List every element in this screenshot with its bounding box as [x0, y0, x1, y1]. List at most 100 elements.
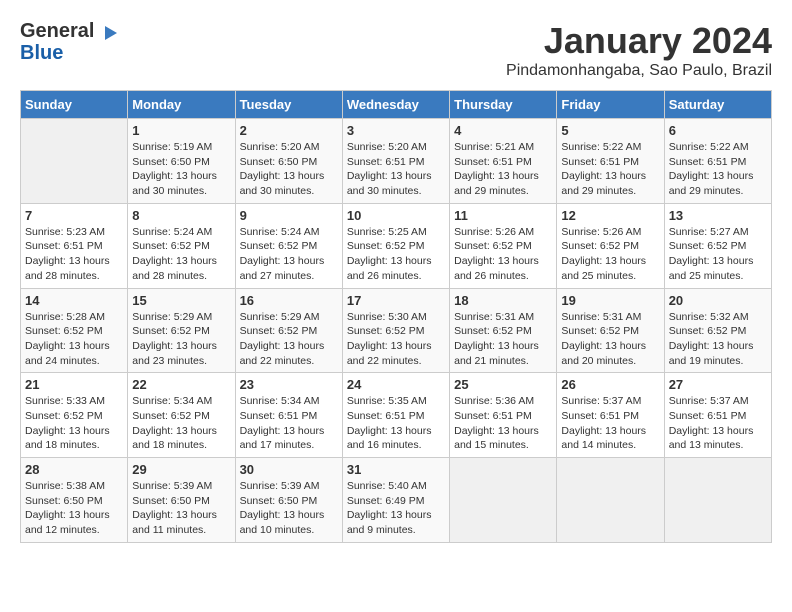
calendar-day-header: Saturday: [664, 91, 771, 119]
day-number: 26: [561, 377, 659, 392]
day-number: 27: [669, 377, 767, 392]
calendar-header-row: SundayMondayTuesdayWednesdayThursdayFrid…: [21, 91, 772, 119]
calendar-cell: 4Sunrise: 5:21 AM Sunset: 6:51 PM Daylig…: [450, 119, 557, 204]
calendar-cell: 7 Sunrise: 5:23 AM Sunset: 6:51 PM Daylig…: [21, 203, 128, 288]
day-info: Sunrise: 5:26 AM Sunset: 6:52 PM Dayligh…: [561, 225, 659, 284]
calendar-week-row: 1 Sunrise: 5:19 AM Sunset: 6:50 PM Daylig…: [21, 119, 772, 204]
day-number: 2: [240, 123, 338, 138]
day-number: 8: [132, 208, 230, 223]
calendar-day-header: Monday: [128, 91, 235, 119]
day-info: Sunrise: 5:34 AM Sunset: 6:52 PM Dayligh…: [132, 394, 230, 453]
day-number: 7: [25, 208, 123, 223]
day-number: 9: [240, 208, 338, 223]
calendar-week-row: 21Sunrise: 5:33 AM Sunset: 6:52 PM Dayli…: [21, 373, 772, 458]
calendar-cell: 3 Sunrise: 5:20 AM Sunset: 6:51 PM Daylig…: [342, 119, 449, 204]
day-info: Sunrise: 5:37 AM Sunset: 6:51 PM Dayligh…: [669, 394, 767, 453]
title-block: January 2024 Pindamonhangaba, Sao Paulo,…: [506, 20, 772, 80]
calendar-cell: 10 Sunrise: 5:25 AM Sunset: 6:52 PM Dayli…: [342, 203, 449, 288]
logo: General Blue: [20, 20, 119, 64]
day-info: Sunrise: 5:32 AM Sunset: 6:52 PM Dayligh…: [669, 310, 767, 369]
calendar-cell: 11 Sunrise: 5:26 AM Sunset: 6:52 PM Dayli…: [450, 203, 557, 288]
day-number: 12: [561, 208, 659, 223]
calendar-cell: 15 Sunrise: 5:29 AM Sunset: 6:52 PM Dayli…: [128, 288, 235, 373]
day-number: 21: [25, 377, 123, 392]
day-number: 4: [454, 123, 552, 138]
calendar-cell: 18 Sunrise: 5:31 AM Sunset: 6:52 PM Dayli…: [450, 288, 557, 373]
calendar-cell: 27 Sunrise: 5:37 AM Sunset: 6:51 PM Dayli…: [664, 373, 771, 458]
calendar-cell: 19Sunrise: 5:31 AM Sunset: 6:52 PM Dayli…: [557, 288, 664, 373]
day-number: 24: [347, 377, 445, 392]
calendar-cell: 26 Sunrise: 5:37 AM Sunset: 6:51 PM Dayli…: [557, 373, 664, 458]
calendar-cell: 31Sunrise: 5:40 AM Sunset: 6:49 PM Dayli…: [342, 458, 449, 543]
day-info: Sunrise: 5:19 AM Sunset: 6:50 PM Dayligh…: [132, 140, 230, 199]
day-number: 31: [347, 462, 445, 477]
day-info: Sunrise: 5:26 AM Sunset: 6:52 PM Dayligh…: [454, 225, 552, 284]
calendar-cell: 16 Sunrise: 5:29 AM Sunset: 6:52 PM Dayli…: [235, 288, 342, 373]
day-info: Sunrise: 5:37 AM Sunset: 6:51 PM Dayligh…: [561, 394, 659, 453]
page-header: General Blue January 2024 Pindamonhangab…: [20, 20, 772, 80]
day-info: Sunrise: 5:39 AM Sunset: 6:50 PM Dayligh…: [240, 479, 338, 538]
day-info: Sunrise: 5:24 AM Sunset: 6:52 PM Dayligh…: [240, 225, 338, 284]
day-info: Sunrise: 5:22 AM Sunset: 6:51 PM Dayligh…: [561, 140, 659, 199]
calendar-cell: 2 Sunrise: 5:20 AM Sunset: 6:50 PM Daylig…: [235, 119, 342, 204]
day-number: 20: [669, 293, 767, 308]
calendar-cell: 21Sunrise: 5:33 AM Sunset: 6:52 PM Dayli…: [21, 373, 128, 458]
calendar-cell: 6 Sunrise: 5:22 AM Sunset: 6:51 PM Daylig…: [664, 119, 771, 204]
day-number: 19: [561, 293, 659, 308]
calendar-day-header: Wednesday: [342, 91, 449, 119]
calendar-cell: 12 Sunrise: 5:26 AM Sunset: 6:52 PM Dayli…: [557, 203, 664, 288]
day-info: Sunrise: 5:29 AM Sunset: 6:52 PM Dayligh…: [132, 310, 230, 369]
calendar-cell: 30 Sunrise: 5:39 AM Sunset: 6:50 PM Dayli…: [235, 458, 342, 543]
page-subtitle: Pindamonhangaba, Sao Paulo, Brazil: [506, 62, 772, 80]
calendar-cell: 17Sunrise: 5:30 AM Sunset: 6:52 PM Dayli…: [342, 288, 449, 373]
calendar-week-row: 28Sunrise: 5:38 AM Sunset: 6:50 PM Dayli…: [21, 458, 772, 543]
day-number: 30: [240, 462, 338, 477]
calendar-week-row: 14 Sunrise: 5:28 AM Sunset: 6:52 PM Dayli…: [21, 288, 772, 373]
day-number: 6: [669, 123, 767, 138]
calendar-week-row: 7 Sunrise: 5:23 AM Sunset: 6:51 PM Daylig…: [21, 203, 772, 288]
calendar-cell: 28Sunrise: 5:38 AM Sunset: 6:50 PM Dayli…: [21, 458, 128, 543]
day-number: 5: [561, 123, 659, 138]
day-number: 11: [454, 208, 552, 223]
day-info: Sunrise: 5:31 AM Sunset: 6:52 PM Dayligh…: [454, 310, 552, 369]
day-number: 16: [240, 293, 338, 308]
calendar-cell: 9 Sunrise: 5:24 AM Sunset: 6:52 PM Daylig…: [235, 203, 342, 288]
calendar-cell: 1 Sunrise: 5:19 AM Sunset: 6:50 PM Daylig…: [128, 119, 235, 204]
calendar-cell: 14 Sunrise: 5:28 AM Sunset: 6:52 PM Dayli…: [21, 288, 128, 373]
day-number: 25: [454, 377, 552, 392]
calendar-cell: [21, 119, 128, 204]
day-number: 3: [347, 123, 445, 138]
day-number: 15: [132, 293, 230, 308]
day-number: 10: [347, 208, 445, 223]
day-number: 22: [132, 377, 230, 392]
day-info: Sunrise: 5:28 AM Sunset: 6:52 PM Dayligh…: [25, 310, 123, 369]
calendar-cell: 13 Sunrise: 5:27 AM Sunset: 6:52 PM Dayli…: [664, 203, 771, 288]
day-info: Sunrise: 5:34 AM Sunset: 6:51 PM Dayligh…: [240, 394, 338, 453]
day-info: Sunrise: 5:20 AM Sunset: 6:50 PM Dayligh…: [240, 140, 338, 199]
day-number: 17: [347, 293, 445, 308]
day-info: Sunrise: 5:20 AM Sunset: 6:51 PM Dayligh…: [347, 140, 445, 199]
day-number: 23: [240, 377, 338, 392]
calendar-cell: 23 Sunrise: 5:34 AM Sunset: 6:51 PM Dayli…: [235, 373, 342, 458]
day-number: 28: [25, 462, 123, 477]
calendar-cell: 25 Sunrise: 5:36 AM Sunset: 6:51 PM Dayli…: [450, 373, 557, 458]
calendar-cell: 8Sunrise: 5:24 AM Sunset: 6:52 PM Daylig…: [128, 203, 235, 288]
day-number: 14: [25, 293, 123, 308]
calendar-cell: [450, 458, 557, 543]
day-number: 29: [132, 462, 230, 477]
calendar-cell: [557, 458, 664, 543]
calendar-cell: 24 Sunrise: 5:35 AM Sunset: 6:51 PM Dayli…: [342, 373, 449, 458]
calendar-table: SundayMondayTuesdayWednesdayThursdayFrid…: [20, 90, 772, 543]
day-number: 18: [454, 293, 552, 308]
day-info: Sunrise: 5:25 AM Sunset: 6:52 PM Dayligh…: [347, 225, 445, 284]
day-info: Sunrise: 5:23 AM Sunset: 6:51 PM Dayligh…: [25, 225, 123, 284]
day-number: 1: [132, 123, 230, 138]
calendar-cell: 20 Sunrise: 5:32 AM Sunset: 6:52 PM Dayli…: [664, 288, 771, 373]
day-info: Sunrise: 5:29 AM Sunset: 6:52 PM Dayligh…: [240, 310, 338, 369]
day-number: 13: [669, 208, 767, 223]
day-info: Sunrise: 5:39 AM Sunset: 6:50 PM Dayligh…: [132, 479, 230, 538]
day-info: Sunrise: 5:35 AM Sunset: 6:51 PM Dayligh…: [347, 394, 445, 453]
day-info: Sunrise: 5:27 AM Sunset: 6:52 PM Dayligh…: [669, 225, 767, 284]
day-info: Sunrise: 5:36 AM Sunset: 6:51 PM Dayligh…: [454, 394, 552, 453]
day-info: Sunrise: 5:22 AM Sunset: 6:51 PM Dayligh…: [669, 140, 767, 199]
